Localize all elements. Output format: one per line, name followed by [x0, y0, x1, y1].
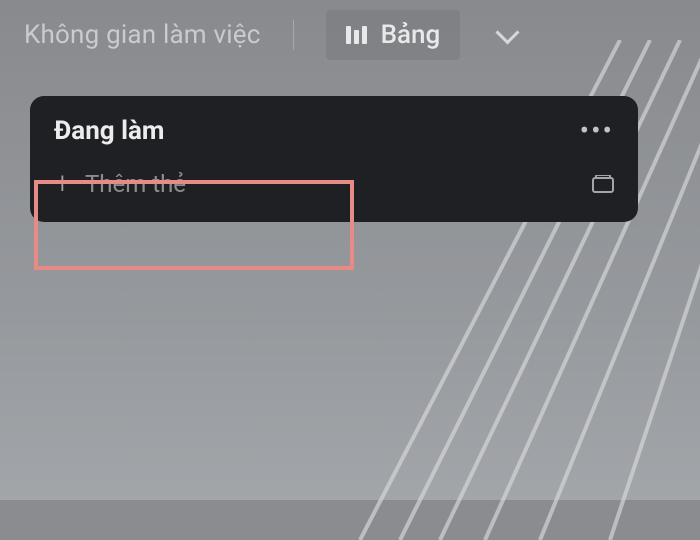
divider [293, 20, 294, 50]
background [0, 0, 700, 500]
list: Đang làm ••• + Thêm thẻ [30, 96, 638, 222]
add-card-label: Thêm thẻ [85, 170, 186, 198]
list-actions-button[interactable]: ••• [580, 124, 614, 138]
view-options-button[interactable] [484, 12, 530, 58]
card-template-button[interactable] [592, 175, 614, 193]
board-icon [346, 26, 367, 44]
view-switcher: Bảng [326, 10, 531, 60]
more-horiz-icon: ••• [580, 114, 614, 147]
board-view-button[interactable]: Bảng [326, 10, 461, 60]
chevron-down-icon [496, 24, 518, 46]
board-view-label: Bảng [381, 20, 441, 50]
plus-icon: + [54, 174, 71, 194]
board-header: Không gian làm việc Bảng [0, 0, 700, 70]
add-card-button[interactable]: + Thêm thẻ [54, 170, 186, 198]
template-icon [592, 175, 614, 193]
workspace-visibility-label[interactable]: Không gian làm việc [24, 20, 261, 50]
list-header: Đang làm ••• [30, 96, 638, 160]
list-title[interactable]: Đang làm [54, 116, 164, 146]
list-footer: + Thêm thẻ [30, 160, 638, 206]
